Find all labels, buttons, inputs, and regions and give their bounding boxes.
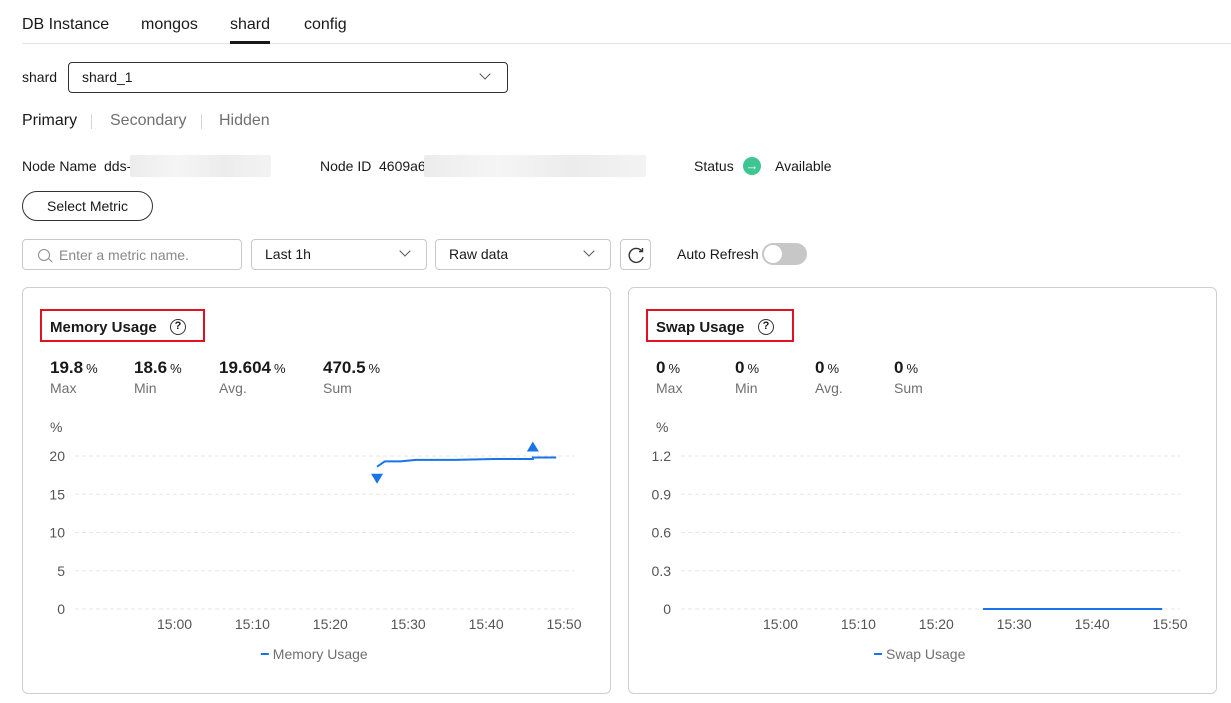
y-tick-label: 5 [57,563,65,579]
memory-usage-card: Memory Usage ? 19.8% Max 18.6% Min 19.604%… [22,287,611,694]
auto-refresh-toggle[interactable] [762,243,807,265]
y-tick-label: 20 [49,448,65,464]
series-line [376,456,557,468]
min-marker-icon [371,473,384,484]
active-tab-indicator [230,41,270,44]
auto-refresh-label: Auto Refresh [677,246,759,262]
search-icon [38,249,50,261]
node-name-value: dds- [104,158,132,174]
y-axis-unit: % [50,419,62,435]
x-tick-label: 15:20 [919,616,954,632]
tab-db-instance[interactable]: DB Instance [22,16,109,34]
status-value: Available [775,158,832,174]
time-range-select[interactable]: Last 1h [251,239,427,270]
legend-label: Swap Usage [886,646,966,662]
shard-select[interactable]: shard_1 [68,62,508,93]
divider [201,114,202,129]
y-tick-label: 15 [49,486,65,502]
legend-label: Memory Usage [273,646,368,662]
chevron-down-icon [399,245,411,257]
y-tick-label: 0.9 [652,486,672,502]
status-label: Status [694,158,734,174]
y-tick-label: 1.2 [652,448,672,464]
y-tick-label: 0 [57,601,65,617]
role-tab-hidden[interactable]: Hidden [219,112,270,130]
memory-usage-chart: % 0 5 10 15 20 15:00 15:10 15:20 15:30 15:40 15:50 M… [49,419,581,662]
tab-config[interactable]: config [304,16,347,34]
x-tick-label: 15:40 [469,616,504,632]
y-tick-label: 0.6 [652,525,672,541]
redacted-node-id [424,155,646,177]
node-id-label: Node ID [320,158,372,174]
instance-tabs: DB Instance mongos shard config [22,0,1231,44]
max-marker-icon [526,441,539,452]
y-tick-label: 10 [49,525,65,541]
x-tick-label: 15:30 [391,616,426,632]
data-type-select[interactable]: Raw data [435,239,611,270]
data-type-value: Raw data [449,246,509,262]
role-tab-secondary[interactable]: Secondary [110,112,187,130]
x-tick-label: 15:10 [841,616,876,632]
x-tick-label: 15:40 [1075,616,1110,632]
redacted-node-name [130,155,271,177]
x-tick-label: 15:50 [546,616,581,632]
select-metric-button[interactable]: Select Metric [22,191,153,221]
metric-search-input[interactable] [57,246,232,264]
toggle-knob [764,245,782,263]
tab-mongos[interactable]: mongos [141,16,198,34]
x-tick-label: 15:50 [1152,616,1187,632]
x-tick-label: 15:10 [235,616,270,632]
refresh-icon [628,247,644,264]
x-tick-label: 15:30 [997,616,1032,632]
y-tick-label: 0 [663,601,671,617]
shard-select-label: shard [22,69,58,85]
swap-usage-chart: % 0 0.3 0.6 0.9 1.2 15:00 15:10 15:20 15:30 15:40 1… [652,419,1188,662]
role-tab-primary[interactable]: Primary [22,112,77,130]
chevron-down-icon [479,68,491,80]
swap-usage-card: Swap Usage ? 0% Max 0% Min 0% Avg. 0% Sum % 0… [628,287,1217,694]
refresh-button[interactable] [620,239,651,270]
arrow-right-circle-icon: → [743,157,761,175]
y-tick-label: 0.3 [652,563,672,579]
node-id-value: 4609a6 [379,158,426,174]
y-axis-unit: % [656,419,668,435]
shard-select-value: shard_1 [82,69,133,85]
node-name-label: Node Name [22,158,97,174]
x-tick-label: 15:00 [763,616,798,632]
x-tick-label: 15:20 [313,616,348,632]
chevron-down-icon [583,245,595,257]
tab-shard[interactable]: shard [230,16,270,34]
time-range-value: Last 1h [265,246,311,262]
x-tick-label: 15:00 [157,616,192,632]
metric-search [22,239,242,270]
divider [91,114,92,129]
